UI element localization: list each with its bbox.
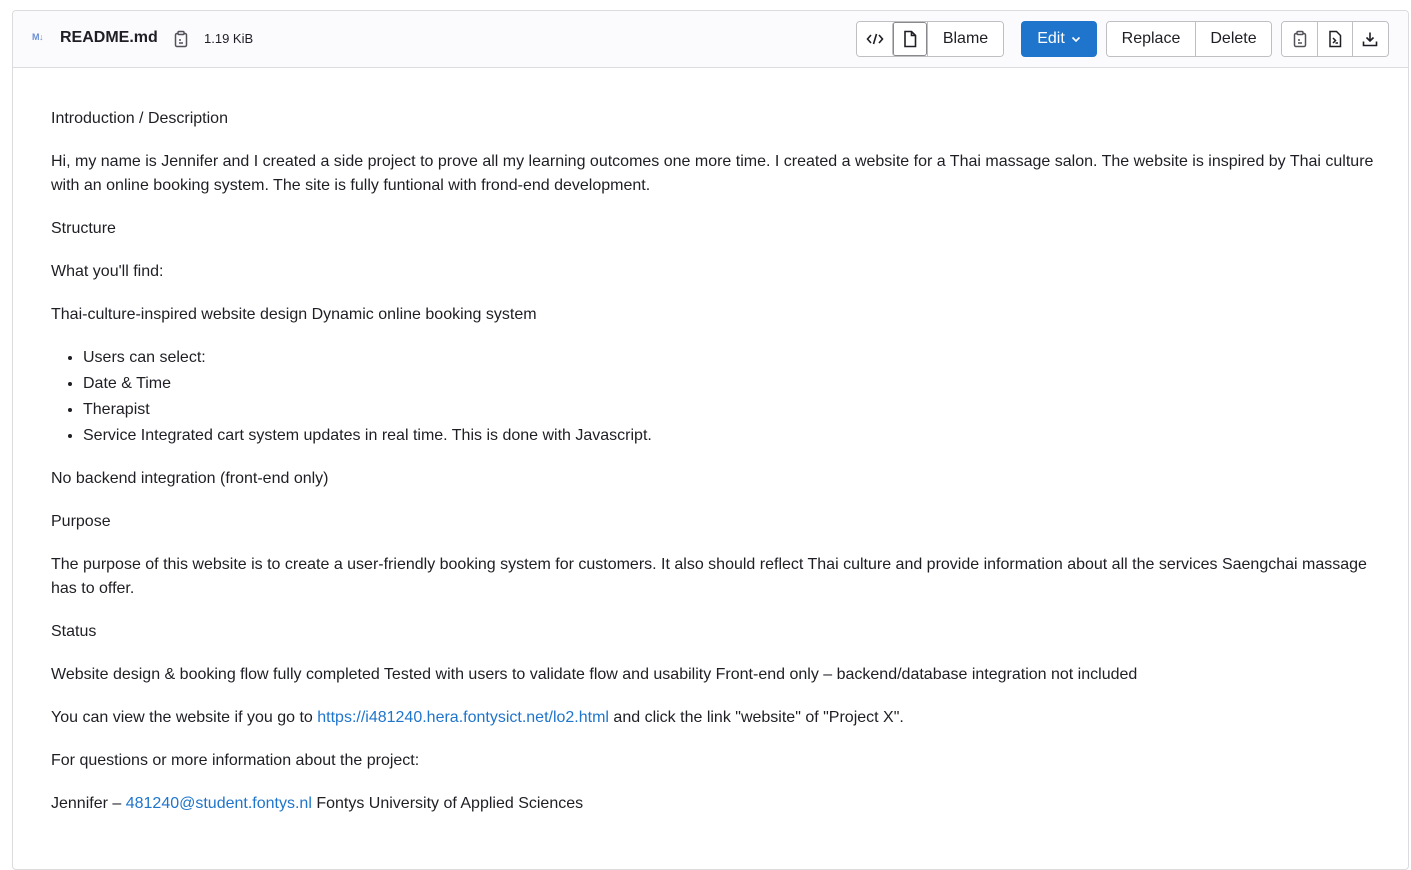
website-link[interactable]: https://i481240.hera.fontysict.net/lo2.h… bbox=[317, 709, 609, 726]
readme-content: Introduction / Description Hi, my name i… bbox=[51, 107, 1381, 835]
status-text: Website design & booking flow fully comp… bbox=[51, 666, 1138, 683]
no-backend-text: No backend integration (front-end only) bbox=[51, 470, 329, 487]
file-utility-group bbox=[1281, 21, 1389, 57]
copy-contents-icon bbox=[1292, 29, 1308, 49]
open-raw-icon bbox=[1328, 30, 1342, 48]
download-icon bbox=[1362, 31, 1378, 47]
edit-button-label: Edit bbox=[1037, 30, 1065, 47]
edit-button[interactable]: Edit bbox=[1021, 21, 1097, 57]
copy-to-clipboard-icon[interactable] bbox=[173, 29, 189, 49]
purpose-text: The purpose of this website is to create… bbox=[51, 556, 1367, 597]
blame-button[interactable]: Blame bbox=[927, 22, 1003, 56]
display-rendered-button[interactable] bbox=[892, 22, 927, 56]
delete-button[interactable]: Delete bbox=[1195, 22, 1271, 56]
open-raw-button[interactable] bbox=[1317, 22, 1352, 56]
purpose-heading: Purpose bbox=[51, 513, 111, 530]
markdown-file-icon: M↓ bbox=[32, 32, 44, 42]
features-text: Thai-culture-inspired website design Dyn… bbox=[51, 306, 537, 323]
replace-button[interactable]: Replace bbox=[1107, 22, 1195, 56]
view-suffix: and click the link "website" of "Project… bbox=[608, 709, 904, 726]
status-heading: Status bbox=[51, 623, 97, 640]
view-website-text: You can view the website if you go to ht… bbox=[51, 706, 1381, 730]
document-icon bbox=[903, 30, 917, 48]
file-viewer: M↓ README.md 1.19 KiB Blame Edit Replace… bbox=[12, 10, 1409, 870]
contact-suffix: Fontys University of Applied Sciences bbox=[311, 795, 584, 812]
view-prefix: You can view the website if you go to bbox=[51, 709, 318, 726]
find-label: What you'll find: bbox=[51, 263, 164, 280]
feature-list: Users can select: Date & Time Therapist … bbox=[51, 346, 1381, 448]
contact-text: Jennifer – 481240@student.fontys.nl Font… bbox=[51, 792, 1381, 816]
contact-email-link[interactable]: 481240@student.fontys.nl bbox=[126, 795, 312, 812]
copy-contents-button[interactable] bbox=[1282, 22, 1317, 56]
list-item: Date & Time bbox=[83, 372, 1381, 396]
questions-text: For questions or more information about … bbox=[51, 752, 420, 769]
file-name: README.md bbox=[60, 29, 158, 46]
intro-text: Hi, my name is Jennifer and I created a … bbox=[51, 153, 1374, 194]
chevron-down-icon bbox=[1071, 30, 1081, 48]
structure-heading: Structure bbox=[51, 220, 116, 237]
intro-heading: Introduction / Description bbox=[51, 110, 228, 127]
file-header: M↓ README.md 1.19 KiB Blame Edit Replace… bbox=[13, 11, 1408, 68]
file-actions-group: Replace Delete bbox=[1106, 21, 1272, 57]
file-size: 1.19 KiB bbox=[204, 31, 254, 46]
code-icon bbox=[865, 32, 884, 46]
list-item: Therapist bbox=[83, 398, 1381, 422]
list-item: Service Integrated cart system updates i… bbox=[83, 424, 1381, 448]
display-source-button[interactable] bbox=[857, 22, 892, 56]
view-toggle-group: Blame bbox=[856, 21, 1004, 57]
download-button[interactable] bbox=[1352, 22, 1387, 56]
contact-prefix: Jennifer – bbox=[51, 795, 126, 812]
list-item: Users can select: bbox=[83, 346, 1381, 370]
